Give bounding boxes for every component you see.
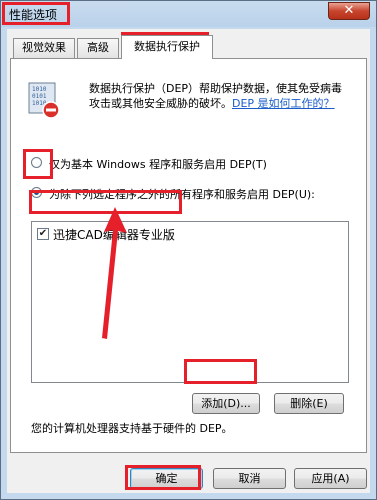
radio-all-except-label[interactable]: 为除下列选定程序之外的所有程序和服务启用 DEP(U): [49,186,315,202]
remove-button[interactable]: 删除(E) [274,393,344,414]
close-button[interactable]: ✕ [328,2,370,20]
tab-advanced[interactable]: 高级 [77,38,119,58]
add-button[interactable]: 添加(D)... [192,393,260,414]
tab-visual-effects[interactable]: 视觉效果 [13,38,75,58]
program-checkbox[interactable]: ✔ [37,228,49,240]
title-bar[interactable]: 性能选项 ✕ [1,1,376,28]
red-arrow-icon [102,207,127,339]
radio-basic[interactable] [31,157,42,168]
svg-text:0101: 0101 [32,93,47,100]
radio-basic-label[interactable]: 仅为基本 Windows 程序和服务启用 DEP(T) [49,156,267,172]
apply-button[interactable]: 应用(A) [294,468,367,489]
svg-text:1010: 1010 [32,86,47,93]
performance-options-window: 性能选项 ✕ 视觉效果 高级 数据执行保护 1010 0101 1010 数据执… [0,0,377,500]
tab-dep[interactable]: 数据执行保护 [121,35,213,59]
dialog-client-area: 视觉效果 高级 数据执行保护 1010 0101 1010 数据执行保护（DEP… [7,29,370,493]
dep-description: 数据执行保护（DEP）帮助保护数据，使其免受病毒攻击或其他安全威胁的破坏。DEP… [89,81,351,111]
close-icon: ✕ [343,3,355,18]
dep-shield-icon: 1010 0101 1010 [28,82,60,119]
ok-button[interactable]: 确定 [130,468,203,489]
hardware-dep-support-text: 您的计算机处理器支持基于硬件的 DEP。 [31,422,233,435]
dep-panel: 1010 0101 1010 数据执行保护（DEP）帮助保护数据，使其免受病毒攻… [10,58,367,453]
radio-all-except[interactable] [31,187,42,198]
window-title: 性能选项 [9,8,58,22]
dep-how-it-works-link[interactable]: DEP 是如何工作的？ [232,97,335,110]
program-list[interactable]: ✔ 迅捷CAD编辑器专业版 [31,221,349,383]
cancel-button[interactable]: 取消 [213,468,286,489]
